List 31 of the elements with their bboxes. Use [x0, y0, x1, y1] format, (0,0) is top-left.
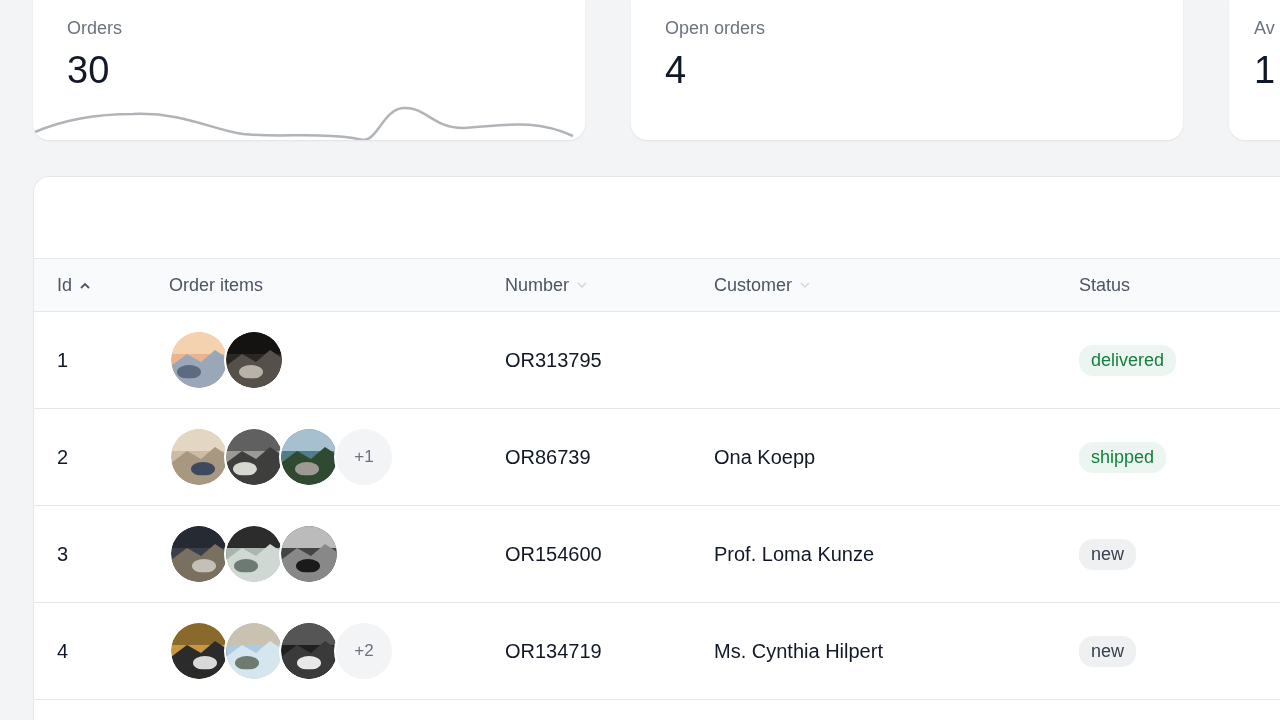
stat-label: Av [1254, 18, 1275, 39]
customer-cell: Ona Koepp [714, 445, 816, 468]
stat-value: 4 [665, 49, 687, 92]
number-cell-text: OR134719 [505, 639, 603, 663]
customer-cell: Ms. Cynthia Hilpert [714, 639, 883, 662]
status-badge: new [1079, 635, 1137, 667]
more-items-badge: +2 [334, 621, 394, 681]
id-cell-text: 4 [57, 639, 70, 663]
stat-label: Orders [67, 18, 122, 39]
chevron-down-icon[interactable] [577, 281, 588, 289]
stat-label: Open orders [665, 18, 766, 39]
sort-up-icon[interactable] [80, 281, 90, 289]
id-cell-text: 2 [57, 445, 70, 469]
column-header[interactable]: Order items [169, 274, 264, 296]
status-badge: new [1079, 538, 1137, 570]
column-header[interactable]: Status [1079, 274, 1131, 296]
status-badge: shipped [1079, 441, 1167, 473]
number-cell-text: OR313795 [505, 348, 603, 372]
number-cell-text: OR86739 [505, 445, 592, 469]
stat-value: 1 [1254, 49, 1276, 92]
stat-value: 30 [67, 49, 110, 92]
column-header[interactable]: Id [57, 274, 72, 296]
customer-cell: Prof. Loma Kunze [714, 542, 875, 565]
id-cell-text: 1 [57, 348, 70, 372]
status-badge: delivered [1079, 344, 1177, 376]
number-cell-text: OR154600 [505, 542, 603, 566]
column-header[interactable]: Number [505, 274, 570, 296]
more-items-badge: +1 [334, 427, 394, 487]
chevron-down-icon[interactable] [800, 281, 811, 289]
column-header[interactable]: Customer [714, 274, 793, 296]
id-cell-text: 3 [57, 542, 70, 566]
